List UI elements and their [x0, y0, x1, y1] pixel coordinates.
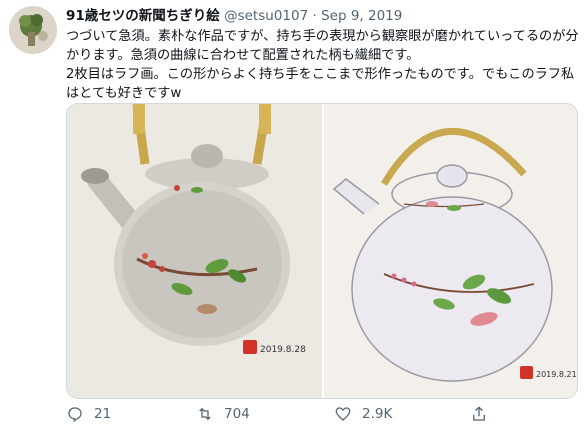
retweet-icon — [199, 407, 211, 421]
share-icon — [473, 406, 485, 421]
signature-date-1: 2019.8.28 — [260, 345, 306, 355]
tweet: 91歳セツの新聞ちぎり絵 @setsu0107 · Sep 9, 2019 つづ… — [0, 0, 587, 426]
tweet-header: 91歳セツの新聞ちぎり絵 @setsu0107 · Sep 9, 2019 — [66, 6, 402, 26]
teapot-collage-image[interactable]: 2019.8.28 — [67, 104, 322, 398]
like-count: 2.9K — [362, 406, 393, 422]
reply-icon — [68, 407, 82, 422]
tweet-text: つづいて急須。素朴な作品ですが、持ち手の表現から観察眼が磨かれていってるのが分か… — [66, 29, 579, 101]
author-handle[interactable]: @setsu0107 — [224, 8, 308, 24]
signature-date-2: 2019.8.21 — [536, 370, 577, 379]
tweet-actions: 21 704 2.9K — [66, 403, 566, 425]
separator: · — [312, 8, 317, 24]
retweet-button[interactable]: 704 — [196, 403, 250, 425]
tweet-date[interactable]: Sep 9, 2019 — [321, 8, 402, 24]
author-name[interactable]: 91歳セツの新聞ちぎり絵 — [66, 8, 220, 24]
teapot-sketch-image[interactable]: 2019.8.21 — [324, 104, 577, 398]
retweet-count: 704 — [224, 406, 250, 422]
reply-count: 21 — [94, 406, 112, 422]
avatar[interactable] — [9, 6, 57, 54]
media-grid: 2019.8.28 2019.8.21 — [66, 103, 578, 399]
like-button[interactable]: 2.9K — [334, 403, 392, 425]
share-button[interactable] — [470, 403, 498, 425]
like-icon — [335, 407, 351, 421]
reply-button[interactable]: 21 — [66, 403, 111, 425]
